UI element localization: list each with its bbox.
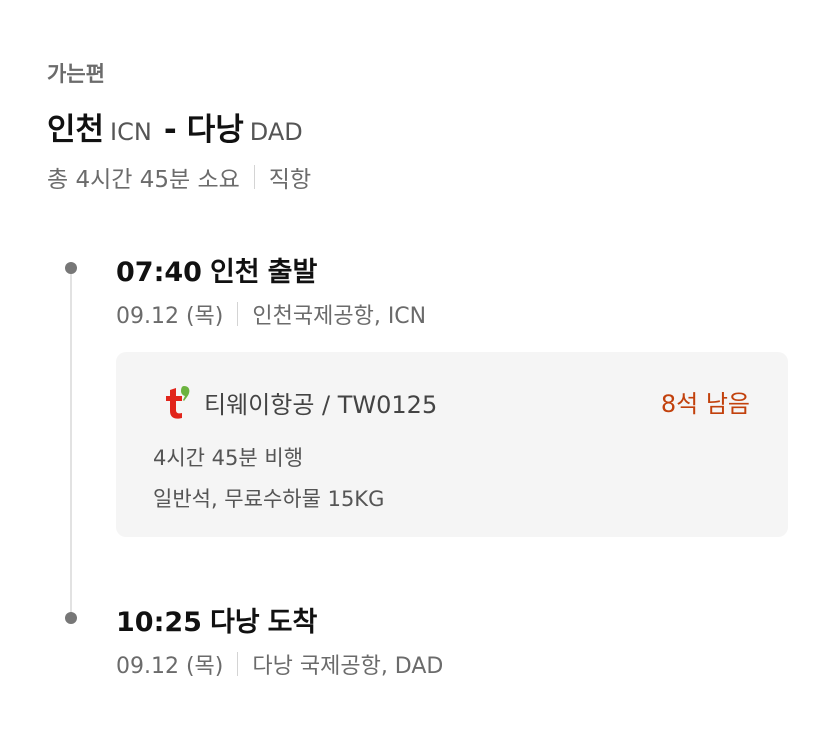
origin-code: ICN bbox=[110, 118, 152, 146]
timeline-line bbox=[70, 268, 72, 620]
arrival-dot bbox=[65, 612, 77, 624]
arrival-city: 다낭 bbox=[209, 607, 260, 638]
divider bbox=[253, 165, 255, 189]
route-heading: 인천 ICN - 다낭 DAD bbox=[47, 104, 303, 149]
flight-info-card[interactable]: 티웨이항공 / TW0125 8석 남음 4시간 45분 비행 일반석, 무료수… bbox=[116, 352, 788, 537]
divider bbox=[237, 302, 239, 326]
departure-dot bbox=[65, 262, 77, 274]
departure-details: 09.12 (목) 인천국제공항, ICN bbox=[116, 298, 426, 330]
departure-title: 07:40 인천 출발 bbox=[116, 250, 325, 289]
departure-airport: 인천국제공항, ICN bbox=[252, 304, 427, 329]
departure-action: 출발 bbox=[267, 257, 318, 288]
airline-name: 티웨이항공 / TW0125 bbox=[204, 390, 438, 419]
dest-code: DAD bbox=[249, 118, 303, 146]
arrival-action: 도착 bbox=[267, 607, 318, 638]
arrival-date: 09.12 (목) bbox=[116, 654, 224, 679]
section-label: 가는편 bbox=[47, 62, 105, 86]
seats-left-badge: 8석 남음 bbox=[660, 390, 750, 418]
departure-date: 09.12 (목) bbox=[116, 304, 224, 329]
arrival-time: 10:25 bbox=[116, 607, 202, 638]
arrival-title: 10:25 다낭 도착 bbox=[116, 600, 325, 639]
airline-row: 티웨이항공 / TW0125 bbox=[160, 382, 437, 422]
flight-duration: 4시간 45분 비행 bbox=[153, 446, 304, 470]
flight-type: 직항 bbox=[268, 167, 312, 193]
departure-city: 인천 bbox=[209, 257, 260, 288]
tway-logo-icon bbox=[166, 386, 190, 419]
arrival-details: 09.12 (목) 다낭 국제공항, DAD bbox=[116, 648, 443, 680]
trip-summary: 총 4시간 45분 소요 직항 bbox=[47, 160, 311, 194]
dest-city: 다낭 bbox=[186, 112, 244, 148]
arrival-airport: 다낭 국제공항, DAD bbox=[252, 654, 444, 679]
divider bbox=[237, 652, 239, 676]
departure-time: 07:40 bbox=[116, 257, 202, 288]
origin-city: 인천 bbox=[47, 112, 105, 148]
route-separator: - bbox=[163, 112, 177, 148]
cabin-baggage: 일반석, 무료수하물 15KG bbox=[153, 487, 385, 511]
total-duration: 총 4시간 45분 소요 bbox=[47, 167, 240, 193]
